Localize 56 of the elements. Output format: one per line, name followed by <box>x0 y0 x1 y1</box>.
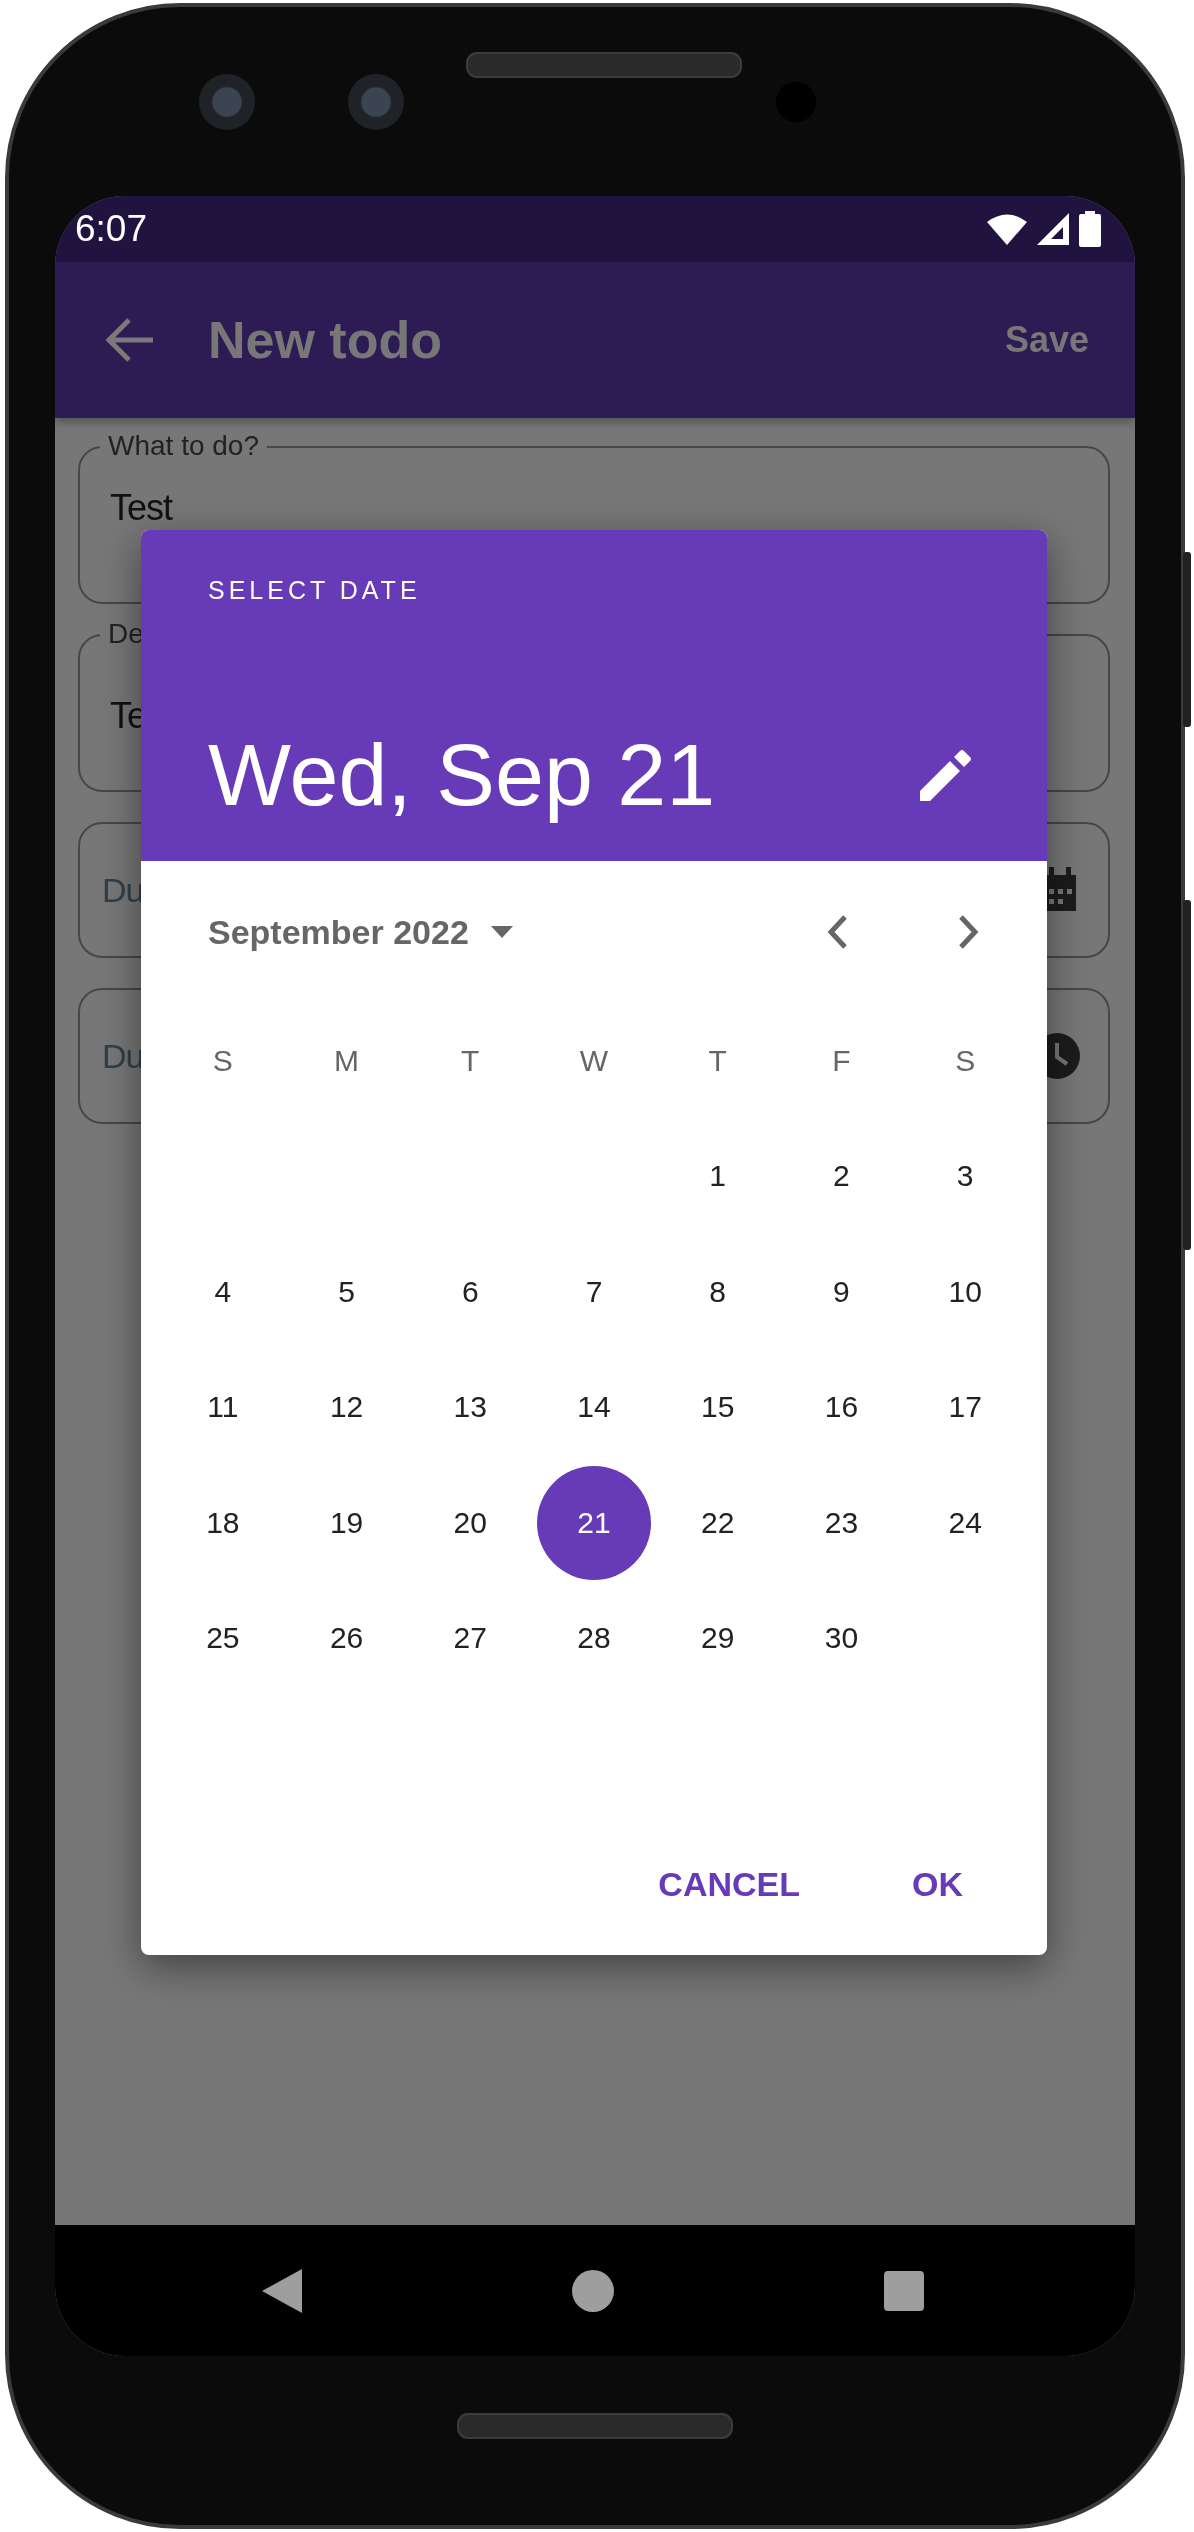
back-icon[interactable] <box>262 2268 302 2313</box>
calendar-day[interactable]: 14 <box>537 1350 651 1465</box>
calendar-day[interactable]: 9 <box>784 1234 899 1349</box>
calendar-day[interactable]: 4 <box>165 1234 280 1349</box>
calendar-day[interactable]: 16 <box>784 1350 899 1465</box>
home-icon[interactable] <box>572 2269 614 2312</box>
weekday-label: T <box>460 1042 481 1079</box>
calendar-day[interactable]: 23 <box>784 1465 899 1580</box>
calendar-day[interactable]: 30 <box>784 1581 899 1696</box>
calendar-day[interactable]: 26 <box>289 1581 404 1696</box>
calendar-day[interactable]: 6 <box>413 1234 528 1349</box>
field-value: Test <box>110 487 173 529</box>
calendar-day[interactable]: 7 <box>537 1234 651 1349</box>
month-dropdown[interactable]: September 2022 <box>196 904 525 960</box>
recents-icon[interactable] <box>884 2270 924 2311</box>
status-time: 6:07 <box>75 208 147 250</box>
wifi-icon <box>987 213 1027 245</box>
caret-icon <box>490 926 513 938</box>
calendar-day[interactable]: 29 <box>660 1581 775 1696</box>
dialog-button[interactable]: CANCEL <box>634 1848 824 1920</box>
weekday-label: W <box>578 1042 610 1079</box>
calendar-day[interactable]: 2 <box>784 1119 899 1234</box>
calendar-day[interactable]: 20 <box>413 1465 528 1580</box>
calendar-day[interactable]: 25 <box>165 1581 280 1696</box>
calendar-day[interactable]: 27 <box>413 1581 528 1696</box>
weekday-label: S <box>954 1042 977 1079</box>
selected-date: Wed, Sep 21 <box>208 725 716 825</box>
calendar-day[interactable]: 22 <box>660 1465 775 1580</box>
calendar-day[interactable]: 28 <box>537 1581 651 1696</box>
calendar-day[interactable]: 18 <box>165 1465 280 1580</box>
pencil-icon[interactable] <box>920 749 972 801</box>
calendar-day[interactable]: 10 <box>908 1234 1023 1349</box>
back-arrow-icon[interactable] <box>105 317 155 363</box>
signal-icon <box>1037 213 1069 245</box>
calendar-day[interactable]: 3 <box>908 1119 1023 1234</box>
calendar-day[interactable]: 17 <box>908 1350 1023 1465</box>
calendar-day[interactable]: 5 <box>289 1234 404 1349</box>
calendar-day[interactable]: 24 <box>908 1465 1023 1580</box>
weekday-label: F <box>831 1042 852 1079</box>
weekday-label: M <box>333 1042 361 1079</box>
battery-icon <box>1079 211 1101 247</box>
calendar-day[interactable]: 12 <box>289 1350 404 1465</box>
calendar-day[interactable]: 21 <box>537 1465 651 1580</box>
calendar-day[interactable]: 8 <box>660 1234 775 1349</box>
screen-title: New todo <box>208 310 442 370</box>
calendar-day[interactable]: 11 <box>165 1350 280 1465</box>
next-month-icon[interactable] <box>957 914 981 950</box>
dialog-button[interactable]: OK <box>888 1848 987 1920</box>
previous-month-icon[interactable] <box>825 914 849 950</box>
weekday-label: T <box>707 1042 728 1079</box>
dialog-label: SELECT DATE <box>208 576 422 605</box>
calendar-day[interactable]: 19 <box>289 1465 404 1580</box>
calendar-day[interactable]: 1 <box>660 1119 775 1234</box>
calendar-day[interactable]: 13 <box>413 1350 528 1465</box>
weekday-label: S <box>211 1042 234 1079</box>
calendar-day[interactable]: 15 <box>660 1350 775 1465</box>
